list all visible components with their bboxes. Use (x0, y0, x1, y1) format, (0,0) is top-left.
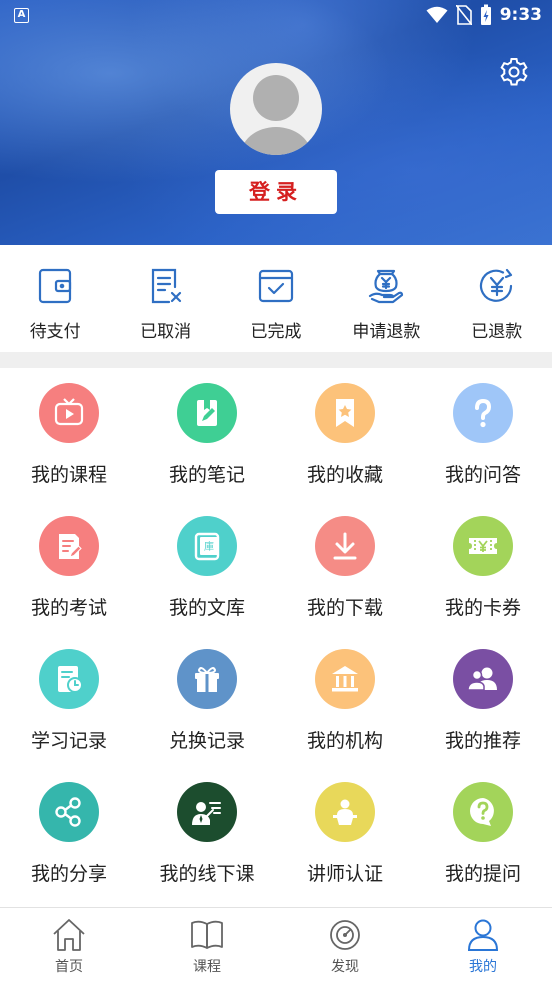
my-qa[interactable]: 我的问答 (414, 368, 552, 501)
users-icon (453, 649, 513, 709)
grid-label: 我的问答 (444, 464, 521, 486)
coupon-icon (453, 516, 513, 576)
my-notes[interactable]: 我的笔记 (138, 368, 276, 501)
grid-label: 我的分享 (30, 863, 107, 885)
tab-label: 发现 (331, 959, 359, 975)
order-label: 已完成 (250, 322, 302, 342)
refund-hand-icon (369, 269, 404, 304)
order-status-row: 待支付 已取消 已完成 申请退款 已退款 (0, 245, 552, 352)
teacher-board-icon (177, 782, 237, 842)
lecturer-podium-icon (315, 782, 375, 842)
wallet-icon (39, 268, 72, 304)
order-pending-payment[interactable]: 待支付 (0, 245, 110, 352)
avatar[interactable] (230, 63, 322, 155)
app-notification-icon: A (14, 8, 29, 23)
my-exams[interactable]: 我的考试 (0, 501, 138, 634)
grid-row: 我的课程 我的笔记 我的收藏 我的问答 (0, 368, 552, 501)
my-institution[interactable]: 我的机构 (276, 634, 414, 767)
grid-row: 学习记录 兑换记录 我的机构 我的推荐 (0, 634, 552, 767)
study-records[interactable]: 学习记录 (0, 634, 138, 767)
bottom-tab-bar: 首页 课程 发现 我的 (0, 907, 552, 981)
order-refunded[interactable]: 已退款 (442, 245, 552, 352)
wifi-icon (426, 6, 448, 23)
my-library[interactable]: 庫 我的文库 (138, 501, 276, 634)
tab-label: 首页 (55, 959, 83, 975)
feature-grid: 我的课程 我的笔记 我的收藏 我的问答 我的考试 庫 我的文库 我的下载 我的卡… (0, 368, 552, 900)
notebook-pen-icon (177, 383, 237, 443)
my-shares[interactable]: 我的分享 (0, 767, 138, 900)
tab-discover[interactable]: 发现 (276, 908, 414, 981)
question-icon (453, 383, 513, 443)
grid-label: 我的考试 (30, 597, 107, 619)
grid-label: 我的卡券 (444, 597, 521, 619)
grid-row: 我的考试 庫 我的文库 我的下载 我的卡券 (0, 501, 552, 634)
box-check-icon (258, 269, 294, 303)
my-questions[interactable]: 我的提问 (414, 767, 552, 900)
my-offline-courses[interactable]: 我的线下课 (138, 767, 276, 900)
grid-label: 学习记录 (30, 730, 107, 752)
compass-icon (330, 920, 360, 950)
my-downloads[interactable]: 我的下载 (276, 501, 414, 634)
gift-box-icon (177, 649, 237, 709)
person-icon (467, 919, 499, 951)
grid-label: 兑换记录 (168, 730, 245, 752)
settings-button[interactable] (498, 56, 530, 88)
exchange-records[interactable]: 兑换记录 (138, 634, 276, 767)
order-label: 申请退款 (352, 322, 421, 342)
tab-mine[interactable]: 我的 (414, 908, 552, 981)
grid-label: 我的课程 (30, 464, 107, 486)
exam-paper-icon (39, 516, 99, 576)
home-icon (53, 919, 85, 951)
status-bar: A 9:33 (0, 0, 552, 32)
grid-label: 讲师认证 (306, 863, 383, 885)
institution-icon (315, 649, 375, 709)
library-book-icon: 庫 (177, 516, 237, 576)
gear-icon (500, 58, 528, 86)
grid-label: 我的机构 (306, 730, 383, 752)
profile-header: A 9:33 登录 (0, 0, 552, 245)
download-icon (315, 516, 375, 576)
login-button[interactable]: 登录 (215, 170, 337, 214)
question-bubble-icon (453, 782, 513, 842)
book-open-icon (191, 920, 223, 949)
battery-charging-icon (480, 4, 491, 25)
section-divider (0, 352, 552, 368)
lecturer-certification[interactable]: 讲师认证 (276, 767, 414, 900)
document-cancel-icon (151, 268, 181, 304)
share-icon (39, 782, 99, 842)
grid-row: 我的分享 我的线下课 讲师认证 我的提问 (0, 767, 552, 900)
grid-label: 我的收藏 (306, 464, 383, 486)
grid-label: 我的线下课 (159, 863, 255, 885)
no-sim-icon (455, 5, 472, 25)
yuan-refresh-icon (479, 268, 512, 302)
my-coupons[interactable]: 我的卡券 (414, 501, 552, 634)
avatar-body-shape (240, 127, 312, 155)
order-label: 待支付 (29, 322, 81, 342)
grid-label: 我的笔记 (168, 464, 245, 486)
clock: 9:33 (499, 5, 542, 25)
grid-label: 我的提问 (444, 863, 521, 885)
tab-home[interactable]: 首页 (0, 908, 138, 981)
svg-text:庫: 庫 (204, 540, 214, 553)
grid-label: 我的下载 (306, 597, 383, 619)
my-courses[interactable]: 我的课程 (0, 368, 138, 501)
order-label: 已取消 (140, 322, 192, 342)
order-completed[interactable]: 已完成 (221, 245, 331, 352)
my-recommendations[interactable]: 我的推荐 (414, 634, 552, 767)
study-record-icon (39, 649, 99, 709)
play-tv-icon (39, 383, 99, 443)
grid-label: 我的文库 (168, 597, 245, 619)
tab-label: 课程 (193, 959, 221, 975)
order-refund-request[interactable]: 申请退款 (331, 245, 441, 352)
tab-courses[interactable]: 课程 (138, 908, 276, 981)
my-favorites[interactable]: 我的收藏 (276, 368, 414, 501)
status-icons: 9:33 (426, 4, 542, 26)
tab-label: 我的 (469, 959, 497, 975)
bookmark-star-icon (315, 383, 375, 443)
order-label: 已退款 (471, 322, 523, 342)
avatar-head-shape (253, 75, 299, 121)
order-cancelled[interactable]: 已取消 (110, 245, 220, 352)
grid-label: 我的推荐 (444, 730, 521, 752)
